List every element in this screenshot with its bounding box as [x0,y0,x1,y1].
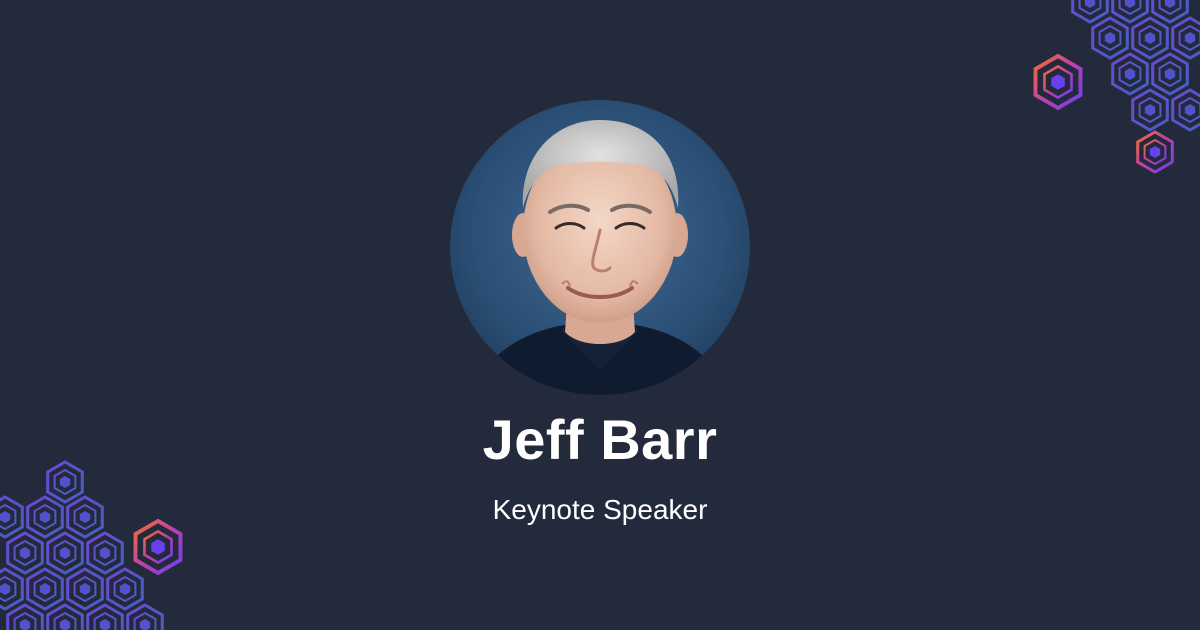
speaker-role: Keynote Speaker [492,494,708,525]
hexagon-pattern-top-right [1033,0,1200,174]
speaker-photo [450,100,750,395]
speaker-portrait-illustration [450,100,750,395]
hexagon-cube-icon [133,519,183,575]
hexagon-cube-icon [0,460,164,630]
speaker-card: Jeff Barr Keynote Speaker [0,0,1200,630]
hexagon-cube-icon [1071,0,1200,132]
speaker-name: Jeff Barr [482,408,718,471]
hexagon-pattern-bottom-left [0,460,183,630]
